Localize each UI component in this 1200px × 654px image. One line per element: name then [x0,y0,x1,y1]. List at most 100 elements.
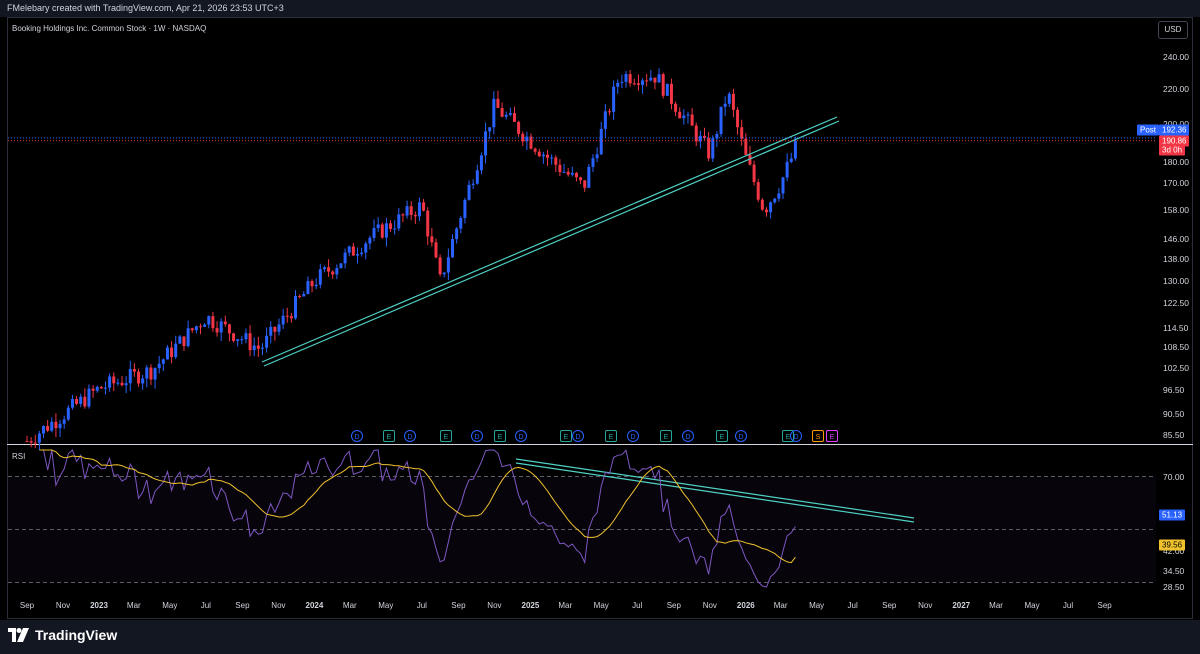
candle-body [467,184,471,200]
candle-body [475,170,479,184]
candle-body [83,396,87,407]
time-tick: Sep [19,601,35,610]
candle-body [294,295,298,319]
candle-body [393,228,397,230]
rsi-indicator-label[interactable]: RSI [12,452,25,461]
candle-body [66,407,70,420]
candle-body [727,93,731,104]
candle-body [331,271,335,275]
candle-body [318,269,322,285]
brand-name: TradingView [35,627,118,643]
candle-body [661,74,665,96]
trendline-upper [261,116,838,363]
time-tick: Sep [1097,601,1112,610]
candle-body [628,74,632,84]
event-marker-E: E [383,430,395,442]
candle-body [339,263,343,269]
candle-body [508,113,512,115]
time-tick: Mar [773,601,788,610]
svg-text:D: D [575,434,580,441]
time-tick: Jul [416,601,427,610]
svg-text:D: D [518,434,523,441]
candle-body [50,421,54,431]
candle-body [343,252,347,264]
candle-body [612,86,616,112]
candle-body [380,224,384,238]
event-marker-E: E [440,430,452,442]
candle-body [488,127,492,132]
candle-body [54,421,58,429]
candle-body [793,140,797,159]
candle-body [227,324,231,334]
candle-body [149,367,153,380]
candle-body [562,171,566,173]
candle-body [512,113,516,122]
time-tick: Sep [666,601,681,610]
candle-body [484,131,488,156]
post-market-price: 192.36 [1159,124,1190,136]
candle-body [723,103,727,107]
candle-body [620,81,624,83]
svg-text:D: D [685,434,690,441]
candle-body [87,388,91,407]
svg-text:D: D [474,434,479,441]
candle-body [781,177,785,194]
time-tick: Mar [126,601,141,610]
event-marker-D: D [682,430,694,442]
candle-body [240,339,244,341]
candle-body [669,83,673,104]
candle-body [455,228,459,240]
symbol-title: Booking Holdings Inc. Common Stock · 1W … [12,24,207,33]
candle-body [492,98,496,128]
candle-body [256,345,260,349]
candle-body [29,441,33,443]
candle-body [389,223,393,229]
event-marker-D: D [572,430,584,442]
candle-body [302,294,306,297]
time-tick: Jul [847,601,858,610]
tradingview-logo[interactable]: TradingView [8,627,117,643]
candle-body [674,103,678,112]
candle-body [566,171,570,175]
candle-body [265,335,269,348]
svg-text:D: D [354,434,359,441]
candle-body [438,257,442,275]
candle-body [37,433,41,443]
currency-button[interactable]: USD [1158,21,1188,39]
candle-body [128,369,132,384]
event-marker-E: E [494,430,506,442]
candle-body [79,396,83,404]
candle-body [277,324,281,332]
event-marker-E: E [716,430,728,442]
candle-body [42,426,46,434]
candle-body [112,376,116,384]
price-tick: 240.00 [1163,52,1189,62]
candle-body [75,398,79,404]
time-tick: 2024 [305,601,324,610]
candle-body [178,336,182,344]
footer-bar [0,620,1200,654]
candle-body [546,154,550,158]
candle-body [665,83,669,96]
svg-text:E: E [564,434,569,441]
post-market-label: Post [1137,124,1160,136]
candle-body [95,386,99,391]
candle-body [223,321,227,325]
candle-body [574,172,578,178]
candle-body [137,371,141,384]
candle-body [541,154,545,157]
candle-body [442,272,446,275]
rsi-tick: 70.00 [1163,471,1185,482]
candle-body [719,106,723,134]
candle-body [479,155,483,171]
candle-body [376,224,380,229]
svg-text:E: E [498,434,503,441]
candle-body [364,243,368,253]
candle-body [207,316,211,325]
candle-body [170,347,174,358]
candle-body [446,257,450,273]
chart-canvas[interactable]: DEDEDEDEDEDEDEDEDSE [0,0,1200,620]
candle-body [141,378,145,384]
candle-body [25,440,29,442]
candle-body [773,198,777,203]
